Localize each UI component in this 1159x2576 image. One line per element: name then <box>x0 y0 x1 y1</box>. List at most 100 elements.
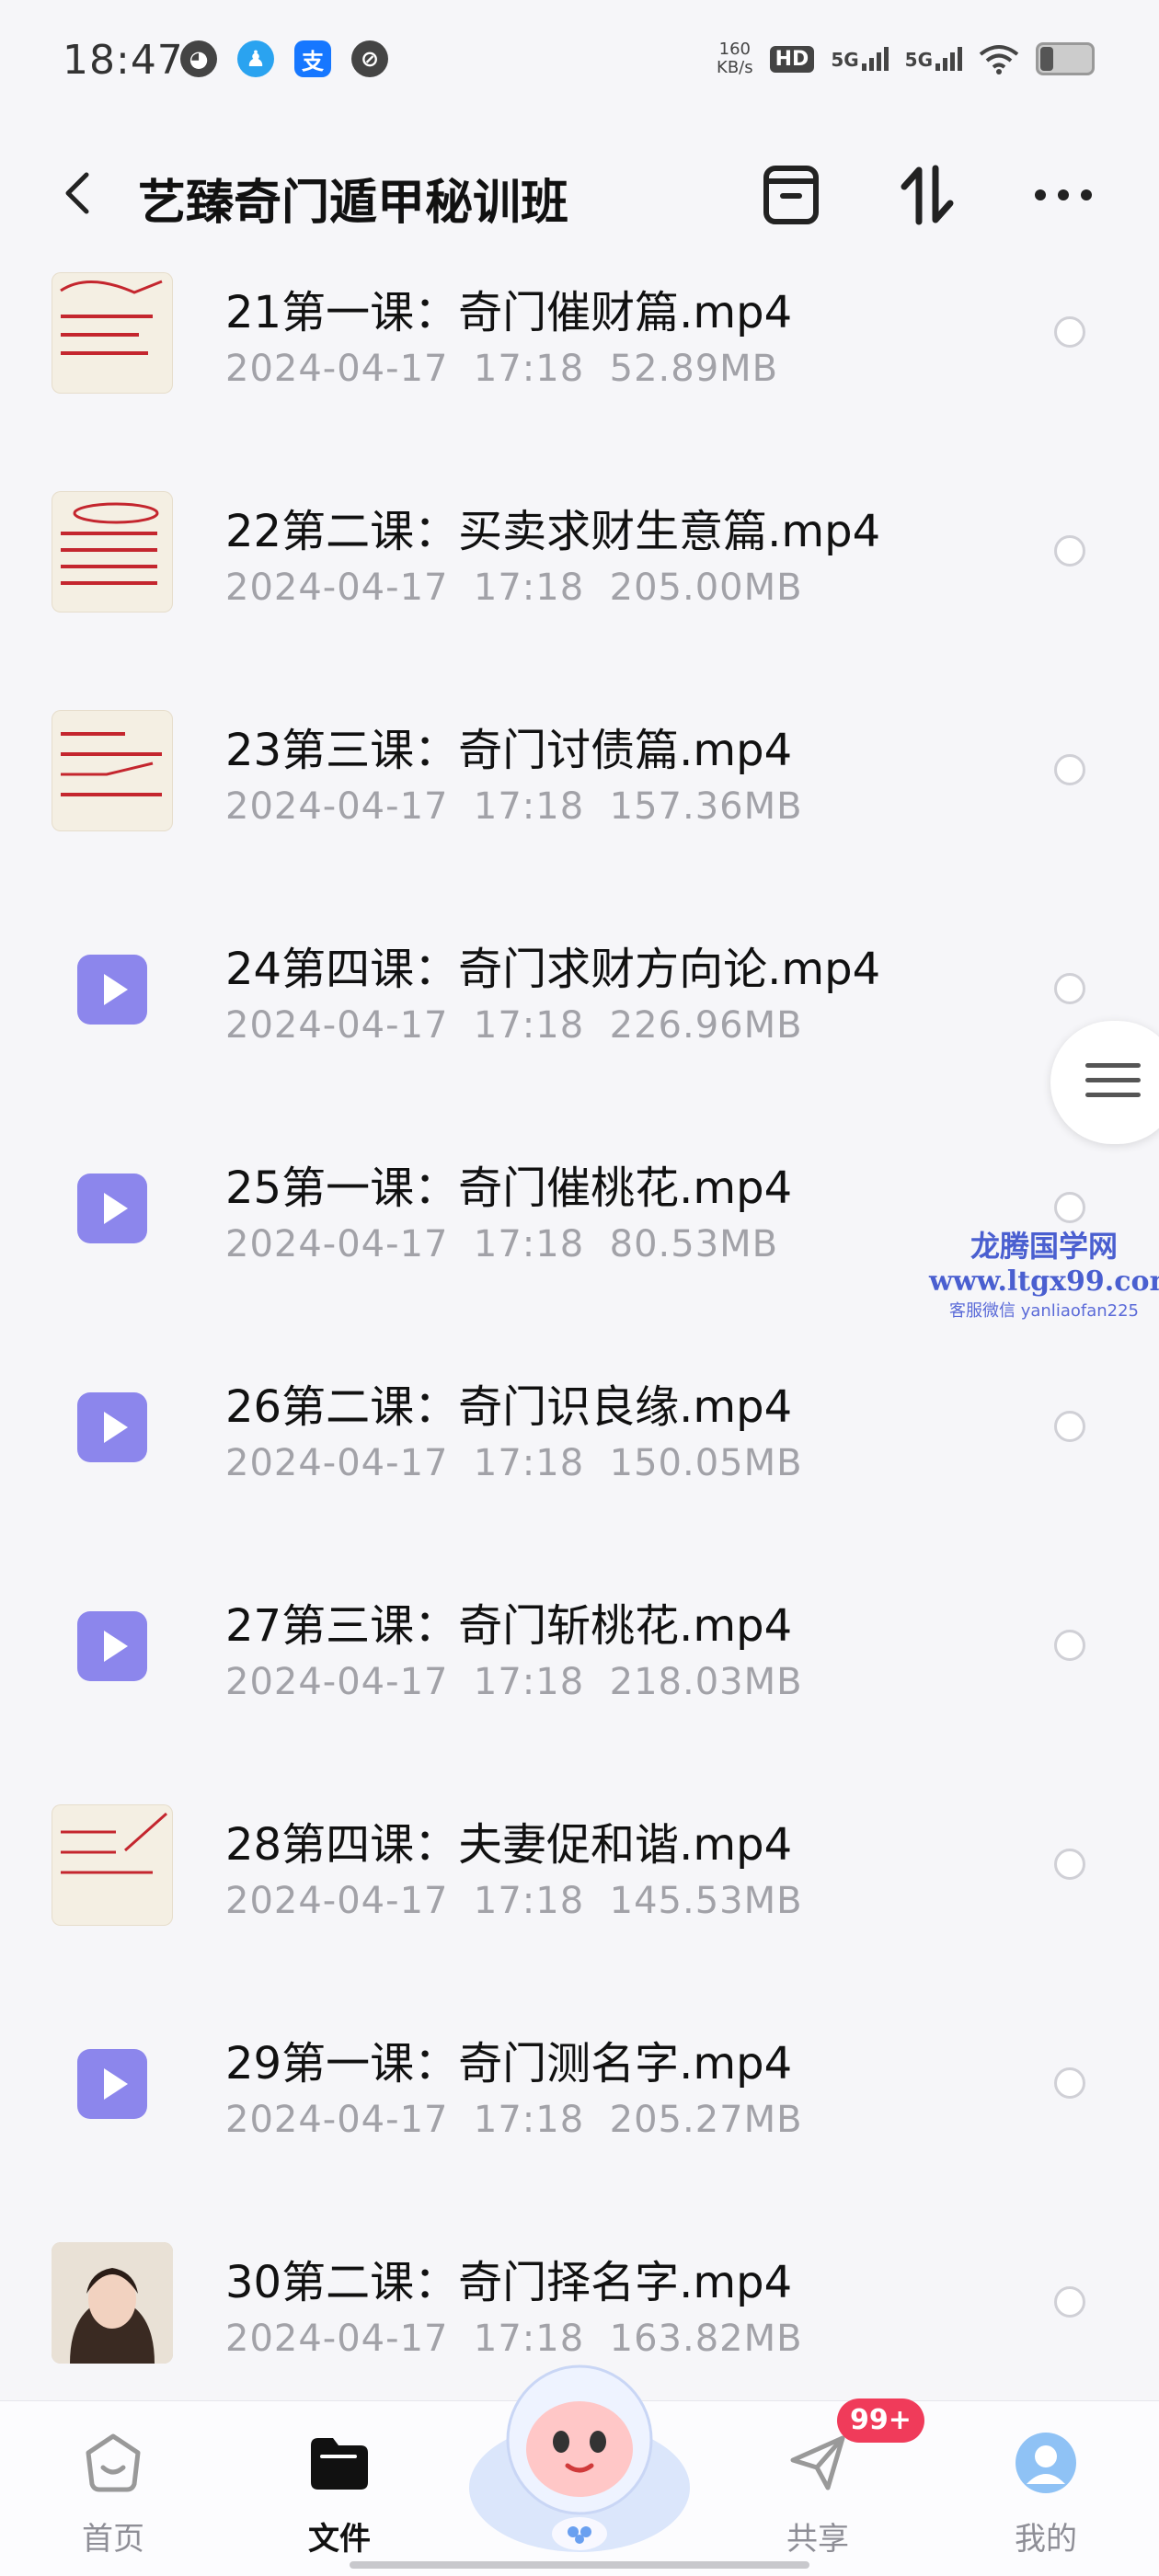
file-time: 17:18 <box>473 1880 585 1922</box>
play-icon <box>77 1611 147 1681</box>
play-icon <box>77 2049 147 2119</box>
tab-mine[interactable]: 我的 <box>977 2418 1115 2558</box>
select-radio[interactable] <box>1054 973 1085 1004</box>
signal-label: 5G <box>904 49 933 71</box>
sort-icon <box>901 165 954 225</box>
file-row[interactable]: 29第一课：奇门测名字.mp4 2024-04-17 17:18 205.27M… <box>0 1986 1159 2205</box>
back-button[interactable] <box>53 166 109 221</box>
share-badge: 99+ <box>837 2399 924 2443</box>
file-row[interactable]: 23第三课：奇门讨债篇.mp4 2024-04-17 17:18 157.36M… <box>0 673 1159 892</box>
more-icon <box>1035 189 1092 200</box>
file-size: 205.27MB <box>609 2099 803 2141</box>
status-right: 160 KB/s HD 5G 5G <box>717 40 1095 77</box>
file-size: 80.53MB <box>609 1223 779 1265</box>
file-date: 2024-04-17 <box>225 1223 449 1265</box>
assistant-mascot-button[interactable] <box>465 2331 694 2561</box>
select-radio[interactable] <box>1054 316 1085 348</box>
file-meta: 2024-04-17 17:18 218.03MB <box>225 1661 803 1703</box>
select-radio[interactable] <box>1054 2286 1085 2318</box>
file-size: 157.36MB <box>609 785 803 828</box>
file-meta: 2024-04-17 17:18 205.00MB <box>225 567 803 609</box>
file-date: 2024-04-17 <box>225 1004 449 1047</box>
file-name: 28第四课：夫妻促和谐.mp4 <box>225 1819 793 1871</box>
chevron-left-icon <box>65 172 89 214</box>
sort-button[interactable] <box>892 160 962 230</box>
select-radio[interactable] <box>1054 1192 1085 1223</box>
watermark-title: 龙腾国学网 <box>970 1229 1118 1264</box>
file-name: 22第二课：买卖求财生意篇.mp4 <box>225 506 881 557</box>
net-speed: 160 KB/s <box>717 40 753 77</box>
menu-icon <box>1085 1063 1141 1107</box>
home-indicator[interactable] <box>350 2561 809 2569</box>
video-thumbnail <box>52 1367 173 1488</box>
file-meta: 2024-04-17 17:18 205.27MB <box>225 2099 803 2141</box>
folder-icon <box>311 2438 368 2490</box>
hd-icon: HD <box>769 45 815 73</box>
page-title: 艺臻奇门遁甲秘训班 <box>138 176 569 231</box>
file-name: 26第二课：奇门识良缘.mp4 <box>225 1381 793 1433</box>
notification-icons: ◕ ♟ 支 ⊘ <box>180 40 388 77</box>
file-size: 205.00MB <box>609 567 803 609</box>
play-icon <box>77 1392 147 1462</box>
file-size: 226.96MB <box>609 1004 803 1047</box>
file-meta: 2024-04-17 17:18 145.53MB <box>225 1880 803 1922</box>
file-time: 17:18 <box>473 348 585 390</box>
play-icon <box>77 955 147 1025</box>
file-time: 17:18 <box>473 1223 585 1265</box>
tab-home[interactable]: 首页 <box>44 2418 182 2558</box>
file-meta: 2024-04-17 17:18 157.36MB <box>225 785 803 828</box>
file-meta: 2024-04-17 17:18 80.53MB <box>225 1223 778 1265</box>
send-icon <box>790 2435 845 2490</box>
file-size: 52.89MB <box>609 348 779 390</box>
alipay-icon: 支 <box>294 40 331 77</box>
file-row[interactable]: 21第一课：奇门催财篇.mp4 2024-04-17 17:18 52.89MB <box>0 235 1159 454</box>
file-meta: 2024-04-17 17:18 226.96MB <box>225 1004 803 1047</box>
header: 艺臻奇门遁甲秘训班 <box>0 147 1159 239</box>
more-button[interactable] <box>1028 160 1098 230</box>
file-name: 25第一课：奇门催桃花.mp4 <box>225 1162 793 1214</box>
document-thumbnail <box>52 491 173 613</box>
file-date: 2024-04-17 <box>225 1880 449 1922</box>
net-speed-value: 160 <box>718 40 751 59</box>
play-icon <box>77 1174 147 1243</box>
file-time: 17:18 <box>473 567 585 609</box>
select-radio[interactable] <box>1054 535 1085 567</box>
signal-label: 5G <box>831 49 859 71</box>
file-date: 2024-04-17 <box>225 2099 449 2141</box>
tab-label: 首页 <box>82 2521 144 2558</box>
file-row[interactable]: 28第四课：夫妻促和谐.mp4 2024-04-17 17:18 145.53M… <box>0 1768 1159 1986</box>
signal-icon: 5G <box>831 47 889 71</box>
file-name: 21第一课：奇门催财篇.mp4 <box>225 287 793 338</box>
file-size: 145.53MB <box>609 1880 803 1922</box>
mascot-icon <box>469 2364 690 2552</box>
file-row[interactable]: 27第三课：奇门斩桃花.mp4 2024-04-17 17:18 218.03M… <box>0 1549 1159 1768</box>
file-time: 17:18 <box>473 2099 585 2141</box>
file-size: 218.03MB <box>609 1661 803 1703</box>
file-date: 2024-04-17 <box>225 567 449 609</box>
home-icon <box>86 2433 141 2492</box>
net-speed-unit: KB/s <box>717 58 753 77</box>
select-radio[interactable] <box>1054 1630 1085 1661</box>
select-radio[interactable] <box>1054 754 1085 785</box>
file-row[interactable]: 24第四课：奇门求财方向论.mp4 2024-04-17 17:18 226.9… <box>0 892 1159 1111</box>
video-thumbnail <box>52 2242 173 2364</box>
file-date: 2024-04-17 <box>225 785 449 828</box>
status-time: 18:47 <box>63 37 184 84</box>
file-name: 23第三课：奇门讨债篇.mp4 <box>225 725 793 776</box>
file-time: 17:18 <box>473 1442 585 1484</box>
box-button[interactable] <box>756 160 826 230</box>
select-radio[interactable] <box>1054 1411 1085 1442</box>
document-thumbnail <box>52 1804 173 1926</box>
battery-icon <box>1036 42 1095 75</box>
file-row[interactable]: 26第二课：奇门识良缘.mp4 2024-04-17 17:18 150.05M… <box>0 1330 1159 1549</box>
video-thumbnail <box>52 1586 173 1707</box>
file-meta: 2024-04-17 17:18 150.05MB <box>225 1442 803 1484</box>
file-row[interactable]: 22第二课：买卖求财生意篇.mp4 2024-04-17 17:18 205.0… <box>0 454 1159 673</box>
tab-files[interactable]: 文件 <box>270 2418 408 2558</box>
file-date: 2024-04-17 <box>225 348 449 390</box>
select-radio[interactable] <box>1054 2067 1085 2099</box>
status-bar: 18:47 ◕ ♟ 支 ⊘ 160 KB/s HD 5G 5G <box>0 0 1159 129</box>
file-date: 2024-04-17 <box>225 1442 449 1484</box>
select-radio[interactable] <box>1054 1849 1085 1880</box>
file-name: 24第四课：奇门求财方向论.mp4 <box>225 944 881 995</box>
